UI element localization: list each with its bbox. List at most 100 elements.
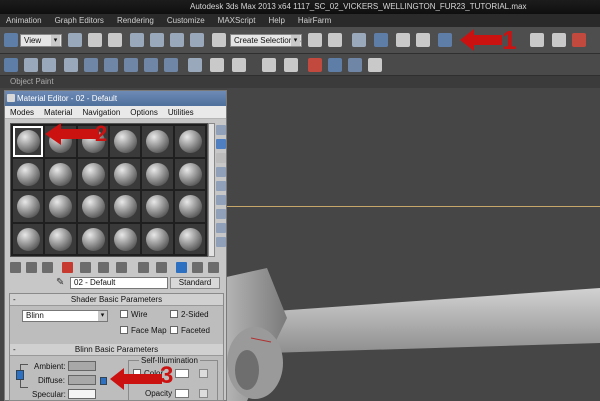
diffuse-map-button[interactable] bbox=[100, 377, 107, 385]
faceted-checkbox[interactable]: Faceted bbox=[170, 326, 210, 336]
hair-tool-icon[interactable] bbox=[104, 58, 118, 72]
move-icon[interactable] bbox=[88, 33, 102, 47]
graphite-toggle-icon[interactable] bbox=[374, 33, 388, 47]
snap-3-icon[interactable] bbox=[130, 33, 144, 47]
background-icon[interactable] bbox=[216, 153, 226, 163]
align-icon[interactable] bbox=[328, 33, 342, 47]
sample-slot[interactable] bbox=[13, 126, 44, 157]
sample-slot[interactable] bbox=[110, 158, 141, 189]
eyedropper-icon[interactable]: ✎ bbox=[56, 277, 64, 288]
sample-slot[interactable] bbox=[13, 223, 44, 254]
wire-checkbox[interactable]: Wire bbox=[120, 310, 147, 320]
ambient-color-swatch[interactable] bbox=[68, 361, 96, 371]
menu-options[interactable]: Options bbox=[125, 106, 163, 118]
shader-type-dropdown[interactable]: Blinn ▾ bbox=[22, 310, 108, 322]
go-forward-sibling-icon[interactable] bbox=[208, 262, 219, 273]
menu-animation[interactable]: Animation bbox=[0, 14, 49, 27]
put-to-scene-icon[interactable] bbox=[26, 262, 37, 273]
backlight-icon[interactable] bbox=[216, 139, 226, 149]
sample-type-icon[interactable] bbox=[216, 125, 226, 135]
menu-maxscript[interactable]: MAXScript bbox=[212, 14, 263, 27]
specular-color-swatch[interactable] bbox=[68, 389, 96, 399]
edit-named-selection-icon[interactable] bbox=[212, 33, 226, 47]
hair-tool-icon[interactable] bbox=[284, 58, 298, 72]
sample-slot[interactable] bbox=[77, 158, 108, 189]
selection-set-dropdown[interactable]: Create Selection Se ▾ bbox=[230, 34, 302, 47]
sample-slot[interactable] bbox=[174, 158, 205, 189]
sample-slot[interactable] bbox=[13, 191, 44, 222]
go-to-parent-icon[interactable] bbox=[192, 262, 203, 273]
sample-slot[interactable] bbox=[110, 191, 141, 222]
reference-coord-dropdown[interactable]: View ▾ bbox=[20, 34, 62, 47]
diffuse-color-swatch[interactable] bbox=[68, 375, 96, 385]
globe-icon[interactable] bbox=[348, 58, 362, 72]
rotate-icon[interactable] bbox=[108, 33, 122, 47]
curve-editor-icon[interactable] bbox=[396, 33, 410, 47]
make-unique-icon[interactable] bbox=[98, 262, 109, 273]
sample-slot[interactable] bbox=[45, 191, 76, 222]
sample-slot[interactable] bbox=[142, 126, 173, 157]
menu-modes[interactable]: Modes bbox=[5, 106, 39, 118]
wrench-icon[interactable] bbox=[308, 58, 322, 72]
sample-slot[interactable] bbox=[110, 126, 141, 157]
sample-slot[interactable] bbox=[45, 158, 76, 189]
material-name-field[interactable]: 02 - Default bbox=[70, 277, 168, 289]
spinner-snap-icon[interactable] bbox=[190, 33, 204, 47]
video-color-check-icon[interactable] bbox=[216, 181, 226, 191]
opacity-spinner[interactable] bbox=[175, 389, 189, 398]
get-material-icon[interactable] bbox=[10, 262, 21, 273]
hair-tool-icon[interactable] bbox=[164, 58, 178, 72]
render-production-icon[interactable] bbox=[572, 33, 586, 47]
assign-to-selection-icon[interactable] bbox=[42, 262, 53, 273]
hair-tool-icon[interactable] bbox=[64, 58, 78, 72]
layer-manager-icon[interactable] bbox=[352, 33, 366, 47]
slots-scrollbar[interactable] bbox=[208, 123, 215, 257]
reset-icon[interactable] bbox=[62, 262, 73, 273]
sample-slot[interactable] bbox=[77, 191, 108, 222]
material-editor-titlebar[interactable]: Material Editor - 02 - Default bbox=[5, 91, 226, 106]
self-illum-map-button[interactable] bbox=[199, 369, 208, 378]
rendered-frame-icon[interactable] bbox=[552, 33, 566, 47]
menu-navigation[interactable]: Navigation bbox=[77, 106, 125, 118]
hair-tool-icon[interactable] bbox=[24, 58, 38, 72]
sample-slot[interactable] bbox=[174, 223, 205, 254]
sample-slot[interactable] bbox=[13, 158, 44, 189]
select-icon[interactable] bbox=[68, 33, 82, 47]
sample-slot[interactable] bbox=[142, 191, 173, 222]
schematic-view-icon[interactable] bbox=[416, 33, 430, 47]
hair-tool-icon[interactable] bbox=[210, 58, 224, 72]
sample-slot[interactable] bbox=[45, 223, 76, 254]
material-navigator-icon[interactable] bbox=[216, 237, 226, 247]
self-illum-spinner[interactable] bbox=[175, 369, 189, 378]
lock-ambient-diffuse-button[interactable] bbox=[16, 370, 24, 380]
render-setup-icon[interactable] bbox=[530, 33, 544, 47]
material-editor-icon[interactable] bbox=[438, 33, 452, 47]
opacity-map-button[interactable] bbox=[199, 389, 208, 398]
put-to-library-icon[interactable] bbox=[116, 262, 127, 273]
hair-tool-icon[interactable] bbox=[84, 58, 98, 72]
sample-slot[interactable] bbox=[110, 223, 141, 254]
show-map-icon[interactable] bbox=[156, 262, 167, 273]
menu-help[interactable]: Help bbox=[262, 14, 291, 27]
blinn-rollout-header[interactable]: - Blinn Basic Parameters bbox=[10, 344, 223, 356]
menu-rendering[interactable]: Rendering bbox=[111, 14, 161, 27]
material-type-button[interactable]: Standard bbox=[170, 277, 220, 289]
copy-material-icon[interactable] bbox=[80, 262, 91, 273]
make-preview-icon[interactable] bbox=[216, 195, 226, 205]
menu-hairfarm[interactable]: HairFarm bbox=[292, 14, 338, 27]
angle-snap-icon[interactable] bbox=[150, 33, 164, 47]
hair-tool-icon[interactable] bbox=[124, 58, 138, 72]
fan-icon[interactable] bbox=[232, 58, 246, 72]
sample-slot[interactable] bbox=[142, 223, 173, 254]
hair-tool-icon[interactable] bbox=[188, 58, 202, 72]
sample-slot[interactable] bbox=[174, 126, 205, 157]
face-map-checkbox[interactable]: Face Map bbox=[120, 326, 167, 336]
hair-tool-icon[interactable] bbox=[368, 58, 382, 72]
sample-slot[interactable] bbox=[142, 158, 173, 189]
undo-icon[interactable] bbox=[4, 33, 18, 47]
sample-slot[interactable] bbox=[77, 223, 108, 254]
select-by-material-icon[interactable] bbox=[216, 223, 226, 233]
menu-graph-editors[interactable]: Graph Editors bbox=[49, 14, 111, 27]
hair-tool-icon[interactable] bbox=[4, 58, 18, 72]
hair-tool-icon[interactable] bbox=[144, 58, 158, 72]
